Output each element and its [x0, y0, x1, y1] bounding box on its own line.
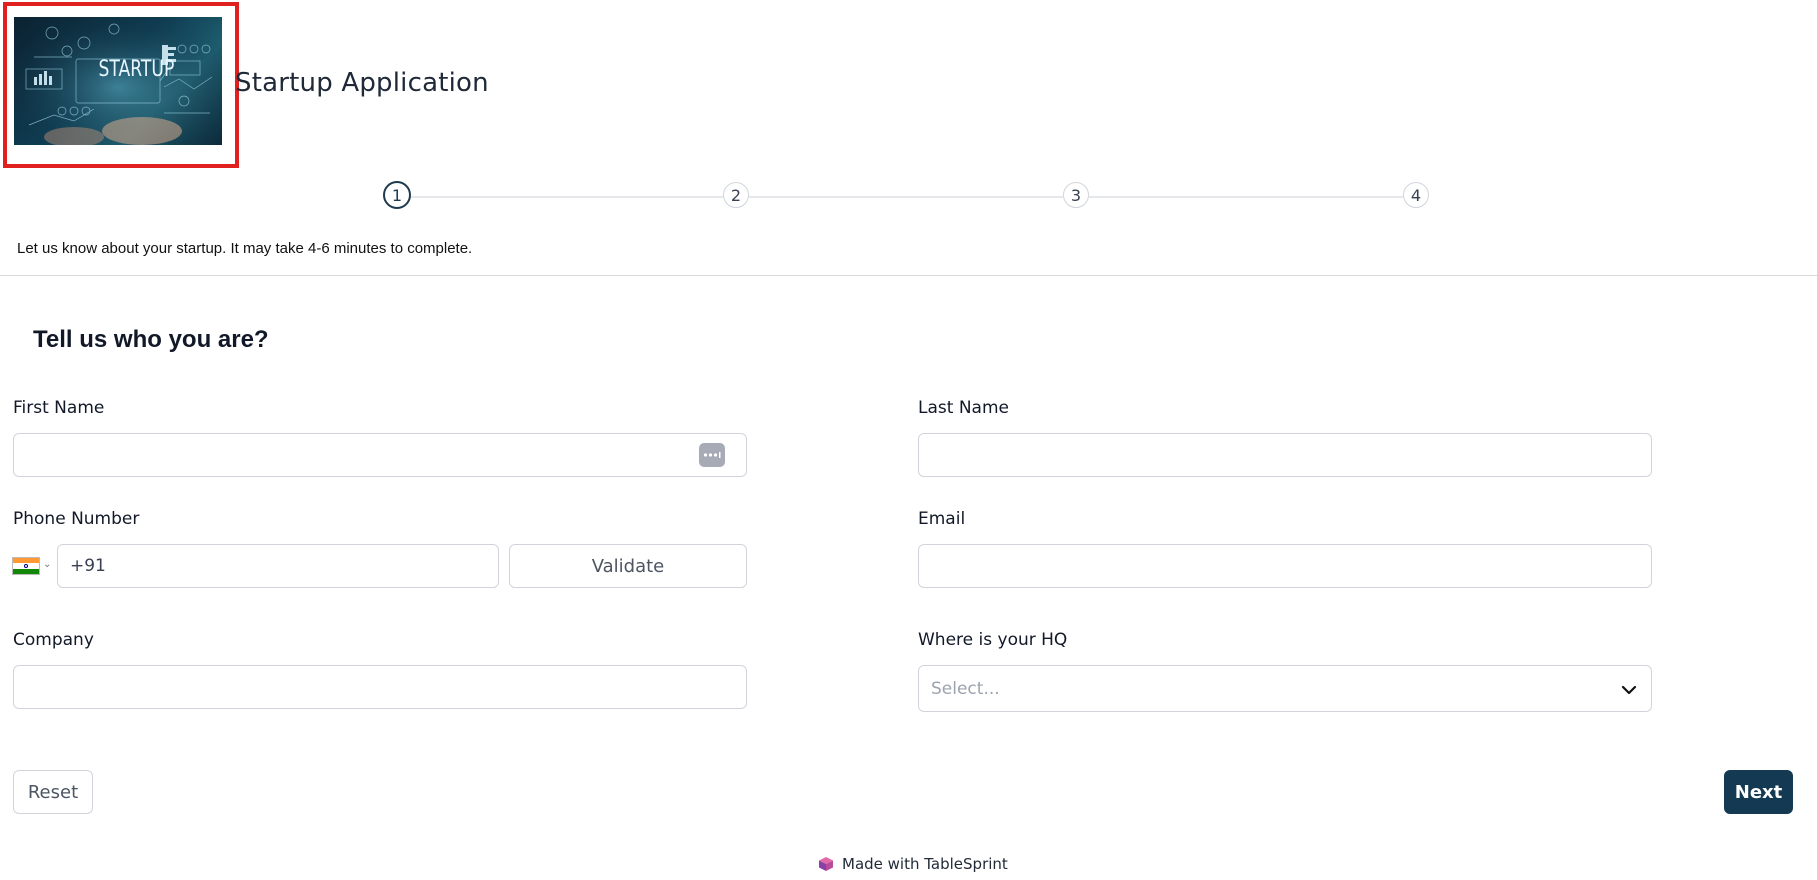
chevron-down-icon [1621, 685, 1637, 695]
header: STARTUP Startup Application [0, 0, 1817, 172]
next-button[interactable]: Next [1724, 770, 1793, 814]
hq-select[interactable]: Select... [918, 665, 1652, 712]
section-title: Tell us who you are? [33, 326, 269, 353]
reset-button[interactable]: Reset [13, 770, 93, 814]
last-name-label: Last Name [918, 398, 1009, 418]
phone-number-input[interactable] [57, 544, 499, 588]
email-input[interactable] [918, 544, 1652, 588]
first-name-label: First Name [13, 398, 105, 418]
password-manager-icon[interactable] [699, 443, 725, 467]
logo-text: STARTUP [98, 57, 175, 82]
step-2[interactable]: 2 [723, 182, 749, 208]
footer[interactable]: Made with TableSprint [818, 855, 1008, 873]
first-name-input[interactable] [13, 433, 747, 477]
company-label: Company [13, 630, 94, 650]
step-1[interactable]: 1 [383, 181, 411, 209]
hq-select-placeholder: Select... [931, 678, 1000, 699]
footer-text: Made with TableSprint [842, 855, 1008, 873]
step-3[interactable]: 3 [1063, 182, 1089, 208]
startup-application-page: STARTUP Startup Application 1 2 3 4 Let … [0, 0, 1817, 880]
step-4[interactable]: 4 [1403, 182, 1429, 208]
step-connector [1089, 196, 1403, 198]
step-connector [411, 196, 723, 198]
last-name-input[interactable] [918, 433, 1652, 477]
page-title: Startup Application [235, 68, 489, 98]
hq-label: Where is your HQ [918, 630, 1068, 650]
progress-stepper: 1 2 3 4 [383, 181, 1435, 212]
tablesprint-logo-icon [819, 857, 833, 871]
startup-logo: STARTUP [14, 17, 222, 145]
email-label: Email [918, 509, 966, 529]
validate-button[interactable]: Validate [509, 544, 747, 588]
step-connector [749, 196, 1063, 198]
divider [0, 275, 1817, 276]
india-flag-icon[interactable] [12, 557, 40, 575]
chevron-down-icon[interactable]: ⌄ [43, 559, 51, 570]
phone-number-label: Phone Number [13, 509, 140, 529]
company-input[interactable] [13, 665, 747, 709]
intro-text: Let us know about your startup. It may t… [17, 240, 473, 257]
